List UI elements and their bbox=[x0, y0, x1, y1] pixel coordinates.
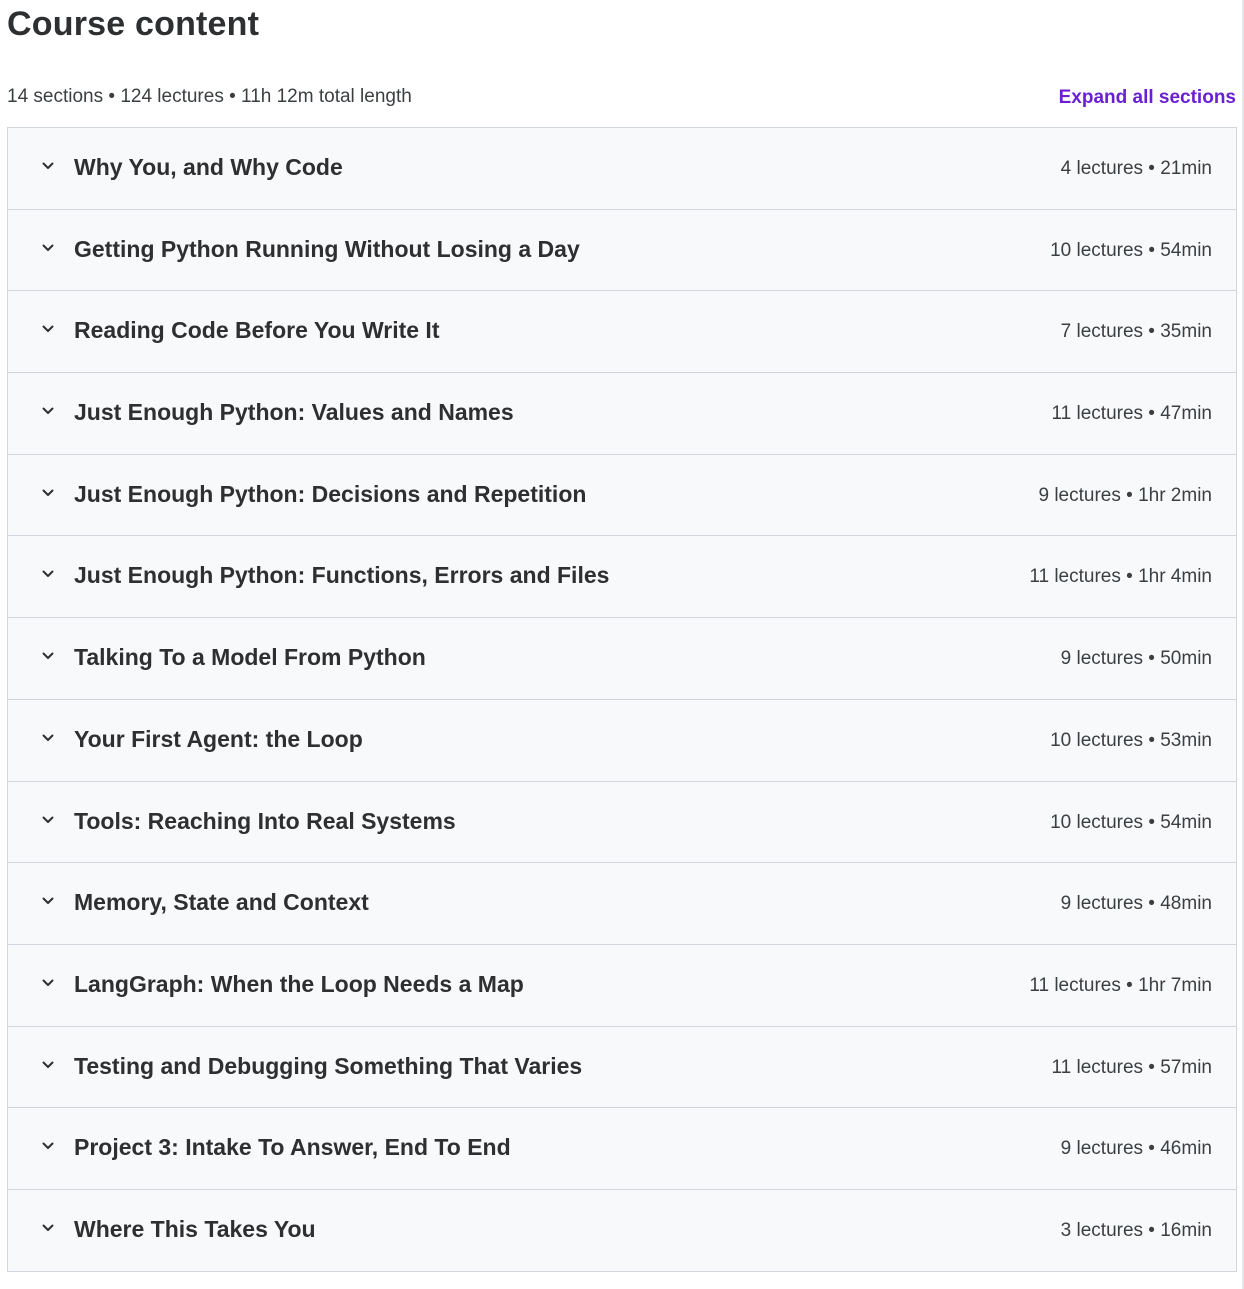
chevron-down-icon[interactable] bbox=[40, 158, 56, 174]
section-meta: 9 lectures • 46min bbox=[1060, 1138, 1212, 1160]
section-meta: 9 lectures • 1hr 2min bbox=[1038, 484, 1212, 506]
section-meta: 10 lectures • 53min bbox=[1050, 729, 1212, 751]
section-meta: 4 lectures • 21min bbox=[1060, 158, 1212, 179]
chevron-down-icon[interactable] bbox=[40, 240, 56, 256]
section-row[interactable]: Where This Takes You 3 lectures • 16min bbox=[8, 1189, 1236, 1272]
section-row[interactable]: Reading Code Before You Write It 7 lectu… bbox=[8, 291, 1236, 374]
section-title: LangGraph: When the Loop Needs a Map bbox=[74, 970, 524, 997]
chevron-down-icon[interactable] bbox=[40, 1138, 56, 1154]
section-meta: 9 lectures • 48min bbox=[1060, 893, 1212, 915]
chevron-down-icon[interactable] bbox=[40, 485, 56, 501]
section-row[interactable]: Just Enough Python: Functions, Errors an… bbox=[8, 536, 1236, 619]
section-title: Tools: Reaching Into Real Systems bbox=[74, 807, 456, 834]
section-title: Where This Takes You bbox=[74, 1215, 316, 1242]
section-row[interactable]: Testing and Debugging Something That Var… bbox=[8, 1026, 1236, 1109]
chevron-down-icon[interactable] bbox=[40, 321, 56, 337]
section-row[interactable]: Your First Agent: the Loop 10 lectures •… bbox=[8, 699, 1236, 782]
section-meta: 9 lectures • 50min bbox=[1060, 648, 1212, 670]
chevron-down-icon[interactable] bbox=[40, 403, 56, 419]
section-row[interactable]: Talking To a Model From Python 9 lecture… bbox=[8, 618, 1236, 700]
chevron-down-icon[interactable] bbox=[40, 648, 56, 664]
chevron-down-icon[interactable] bbox=[40, 566, 56, 582]
section-title: Project 3: Intake To Answer, End To End bbox=[74, 1134, 511, 1161]
section-row[interactable]: LangGraph: When the Loop Needs a Map 11 … bbox=[8, 944, 1236, 1027]
section-title: Just Enough Python: Values and Names bbox=[74, 399, 514, 426]
section-title: Testing and Debugging Something That Var… bbox=[74, 1052, 583, 1079]
section-row[interactable]: Tools: Reaching Into Real Systems 10 lec… bbox=[8, 781, 1236, 864]
section-meta: 11 lectures • 47min bbox=[1051, 403, 1213, 425]
section-title: Why You, and Why Code bbox=[74, 154, 343, 180]
course-summary-text: 14 sections • 124 lectures • 11h 12m tot… bbox=[7, 86, 412, 107]
chevron-down-icon[interactable] bbox=[40, 730, 56, 746]
section-title: Memory, State and Context bbox=[74, 889, 369, 916]
expand-all-sections-button[interactable]: Expand all sections bbox=[1059, 84, 1236, 112]
course-summary-bar: 14 sections • 124 lectures • 11h 12m tot… bbox=[7, 84, 1236, 112]
page-title: Course content bbox=[7, 5, 260, 43]
section-meta: 11 lectures • 1hr 7min bbox=[1029, 974, 1212, 996]
section-meta: 3 lectures • 16min bbox=[1060, 1219, 1212, 1241]
section-title: Your First Agent: the Loop bbox=[74, 725, 363, 752]
chevron-down-icon[interactable] bbox=[40, 975, 56, 991]
section-title: Just Enough Python: Functions, Errors an… bbox=[74, 562, 610, 589]
chevron-down-icon[interactable] bbox=[40, 893, 56, 909]
section-meta: 11 lectures • 1hr 4min bbox=[1029, 566, 1212, 588]
section-meta: 7 lectures • 35min bbox=[1060, 321, 1212, 343]
chevron-down-icon[interactable] bbox=[40, 1057, 56, 1073]
section-list: Why You, and Why Code 4 lectures • 21min… bbox=[7, 127, 1237, 1272]
section-meta: 11 lectures • 57min bbox=[1051, 1056, 1213, 1078]
chevron-down-icon[interactable] bbox=[40, 812, 56, 828]
section-meta: 10 lectures • 54min bbox=[1050, 239, 1212, 261]
section-row[interactable]: Memory, State and Context 9 lectures • 4… bbox=[8, 863, 1236, 945]
chevron-down-icon[interactable] bbox=[40, 1220, 56, 1236]
section-row[interactable]: Getting Python Running Without Losing a … bbox=[8, 209, 1236, 292]
section-row[interactable]: Why You, and Why Code 4 lectures • 21min bbox=[8, 128, 1236, 210]
section-title: Getting Python Running Without Losing a … bbox=[74, 235, 580, 262]
section-row[interactable]: Just Enough Python: Values and Names 11 … bbox=[8, 373, 1236, 455]
section-row[interactable]: Project 3: Intake To Answer, End To End … bbox=[8, 1108, 1236, 1190]
section-row[interactable]: Just Enough Python: Decisions and Repeti… bbox=[8, 454, 1236, 537]
section-title: Reading Code Before You Write It bbox=[74, 317, 440, 344]
section-meta: 10 lectures • 54min bbox=[1050, 811, 1212, 833]
section-title: Just Enough Python: Decisions and Repeti… bbox=[74, 480, 587, 507]
section-title: Talking To a Model From Python bbox=[74, 644, 426, 671]
